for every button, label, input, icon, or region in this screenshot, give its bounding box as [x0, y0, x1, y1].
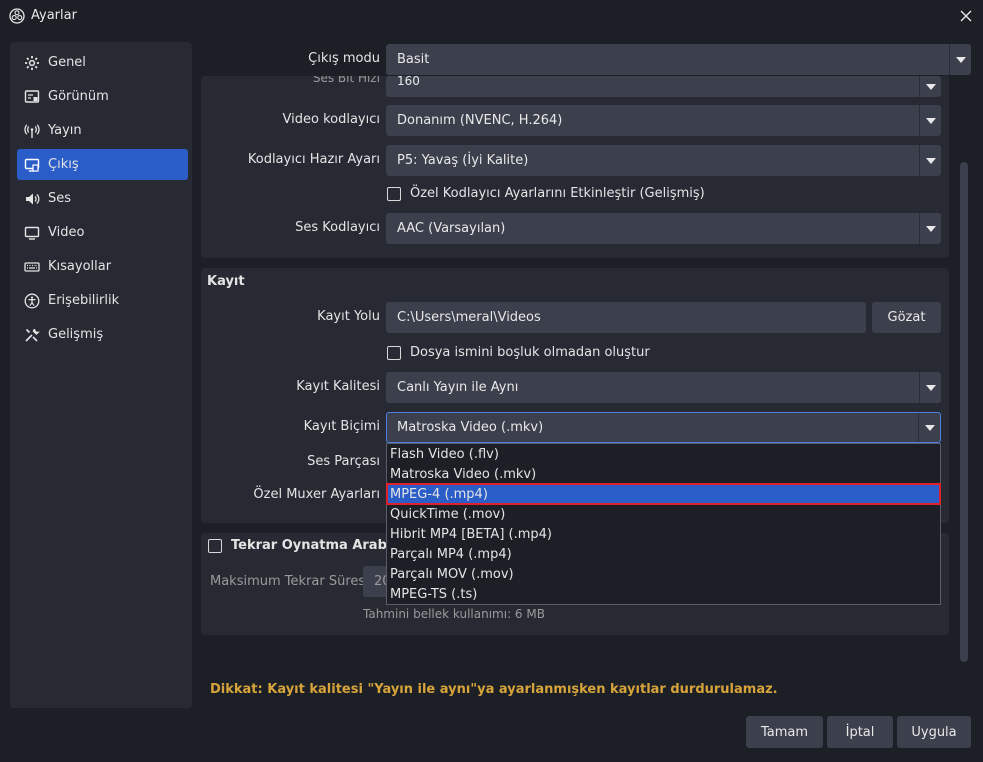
audio-bitrate-label-partial: Ses Bit Hızı: [312, 76, 380, 84]
format-option-mkv[interactable]: Matroska Video (.mkv): [387, 464, 940, 484]
recording-path-label: Kayıt Yolu: [317, 309, 380, 324]
sidebar-item-label: Çıkış: [48, 157, 79, 172]
sidebar-item-output[interactable]: Çıkış: [17, 149, 188, 180]
audio-bitrate-value: 160: [397, 76, 420, 88]
no-space-filename-checkbox[interactable]: Dosya ismini boşluk olmadan oluştur: [387, 345, 650, 360]
replay-buffer-label: Tekrar Oynatma Arabell: [231, 538, 405, 553]
settings-sidebar: Genel Görünüm Yayın Çıkış Ses Video Kısa…: [10, 42, 192, 708]
recording-quality-label: Kayıt Kalitesi: [296, 379, 380, 394]
audio-bitrate-combo[interactable]: 160: [386, 76, 941, 97]
chevron-down-icon: [918, 413, 940, 442]
recording-group-title: Kayıt: [207, 274, 245, 289]
encoder-preset-label: Kodlayıcı Hazır Ayarı: [247, 152, 380, 167]
sidebar-item-advanced[interactable]: Gelişmiş: [17, 319, 188, 350]
format-option-mp4[interactable]: MPEG-4 (.mp4): [386, 483, 941, 505]
chevron-down-icon: [919, 145, 941, 176]
checkbox-box[interactable]: [208, 538, 222, 553]
sidebar-item-label: Kısayollar: [48, 259, 112, 274]
cancel-button[interactable]: İptal: [827, 716, 893, 748]
chevron-down-icon: [919, 213, 941, 244]
keyboard-icon: [24, 261, 40, 272]
sidebar-item-label: Yayın: [48, 123, 82, 138]
obs-logo-icon: [9, 8, 25, 24]
encoder-preset-value: P5: Yavaş (İyi Kalite): [397, 153, 529, 168]
warning-message: Dikkat: Kayıt kalitesi "Yayın ile aynı"y…: [210, 682, 778, 697]
sidebar-item-audio[interactable]: Ses: [17, 183, 188, 214]
recording-format-dropdown[interactable]: Flash Video (.flv) Matroska Video (.mkv)…: [386, 443, 941, 605]
format-option-ts[interactable]: MPEG-TS (.ts): [387, 584, 940, 604]
video-encoder-combo[interactable]: Donanım (NVENC, H.264): [386, 105, 941, 136]
output-mode-combo[interactable]: Basit: [386, 44, 971, 75]
custom-encoder-checkbox[interactable]: Özel Kodlayıcı Ayarlarını Etkinleştir (G…: [387, 186, 705, 201]
video-encoder-value: Donanım (NVENC, H.264): [397, 113, 563, 128]
recording-format-value: Matroska Video (.mkv): [397, 420, 544, 435]
sidebar-item-appearance[interactable]: Görünüm: [17, 81, 188, 112]
sidebar-item-stream[interactable]: Yayın: [17, 115, 188, 146]
scrollbar-thumb[interactable]: [960, 162, 968, 662]
audio-encoder-label: Ses Kodlayıcı: [295, 220, 380, 235]
broadcast-icon: [24, 123, 40, 138]
chevron-down-icon: [919, 105, 941, 136]
checkbox-box[interactable]: [387, 345, 401, 360]
memory-estimate-text: Tahmini bellek kullanımı: 6 MB: [363, 607, 545, 621]
no-space-filename-label: Dosya ismini boşluk olmadan oluştur: [410, 345, 650, 360]
format-option-mov[interactable]: QuickTime (.mov): [387, 504, 940, 524]
checkbox-box[interactable]: [387, 186, 401, 201]
sidebar-item-label: Görünüm: [48, 89, 109, 104]
sidebar-item-label: Video: [48, 225, 85, 240]
wrench-icon: [25, 328, 40, 342]
sidebar-item-label: Gelişmiş: [48, 327, 104, 342]
format-option-flv[interactable]: Flash Video (.flv): [387, 444, 940, 464]
sidebar-item-label: Ses: [48, 191, 72, 206]
custom-muxer-label: Özel Muxer Ayarları: [253, 487, 380, 502]
audio-encoder-value: AAC (Varsayılan): [397, 221, 506, 236]
window-title: Ayarlar: [31, 8, 77, 23]
format-option-hybrid-mp4[interactable]: Hibrit MP4 [BETA] (.mp4): [387, 524, 940, 544]
apply-button[interactable]: Uygula: [897, 716, 971, 748]
sidebar-item-video[interactable]: Video: [17, 217, 188, 248]
video-encoder-label: Video kodlayıcı: [282, 112, 380, 127]
chevron-down-icon: [949, 44, 971, 75]
recording-quality-combo[interactable]: Canlı Yayın ile Aynı: [386, 372, 941, 403]
sidebar-item-accessibility[interactable]: Erişebilirlik: [17, 285, 188, 316]
recording-path-input[interactable]: C:\Users\meral\Videos: [386, 302, 866, 333]
recording-format-label: Kayıt Biçimi: [303, 419, 380, 434]
settings-scrollbar[interactable]: [957, 82, 971, 666]
sidebar-item-general[interactable]: Genel: [17, 47, 188, 78]
title-bar: [0, 0, 983, 32]
format-option-fragmented-mov[interactable]: Parçalı MOV (.mov): [387, 564, 940, 584]
monitor-icon: [24, 226, 40, 240]
format-option-fragmented-mp4[interactable]: Parçalı MP4 (.mp4): [387, 544, 940, 564]
audio-track-label: Ses Parçası: [307, 454, 380, 469]
recording-format-combo[interactable]: Matroska Video (.mkv): [386, 412, 941, 443]
max-replay-time-label: Maksimum Tekrar Süresi: [210, 574, 369, 589]
output-icon: [24, 158, 40, 172]
sidebar-item-hotkeys[interactable]: Kısayollar: [17, 251, 188, 282]
audio-encoder-combo[interactable]: AAC (Varsayılan): [386, 213, 941, 244]
gear-icon: [25, 55, 39, 70]
accessibility-icon: [24, 293, 40, 308]
output-mode-value: Basit: [397, 52, 430, 67]
palette-icon: [24, 89, 40, 103]
browse-button[interactable]: Gözat: [872, 302, 941, 333]
custom-encoder-label: Özel Kodlayıcı Ayarlarını Etkinleştir (G…: [410, 186, 705, 201]
sidebar-item-label: Genel: [48, 55, 86, 70]
close-icon: [960, 10, 972, 22]
encoder-preset-combo[interactable]: P5: Yavaş (İyi Kalite): [386, 145, 941, 176]
close-button[interactable]: [954, 4, 978, 28]
recording-quality-value: Canlı Yayın ile Aynı: [397, 380, 519, 395]
ok-button[interactable]: Tamam: [746, 716, 823, 748]
chevron-down-icon: [919, 76, 941, 97]
sidebar-item-label: Erişebilirlik: [48, 293, 120, 308]
output-mode-label: Çıkış modu: [308, 51, 380, 66]
speaker-icon: [26, 193, 40, 204]
chevron-down-icon: [919, 372, 941, 403]
replay-buffer-checkbox[interactable]: Tekrar Oynatma Arabell: [208, 538, 405, 553]
